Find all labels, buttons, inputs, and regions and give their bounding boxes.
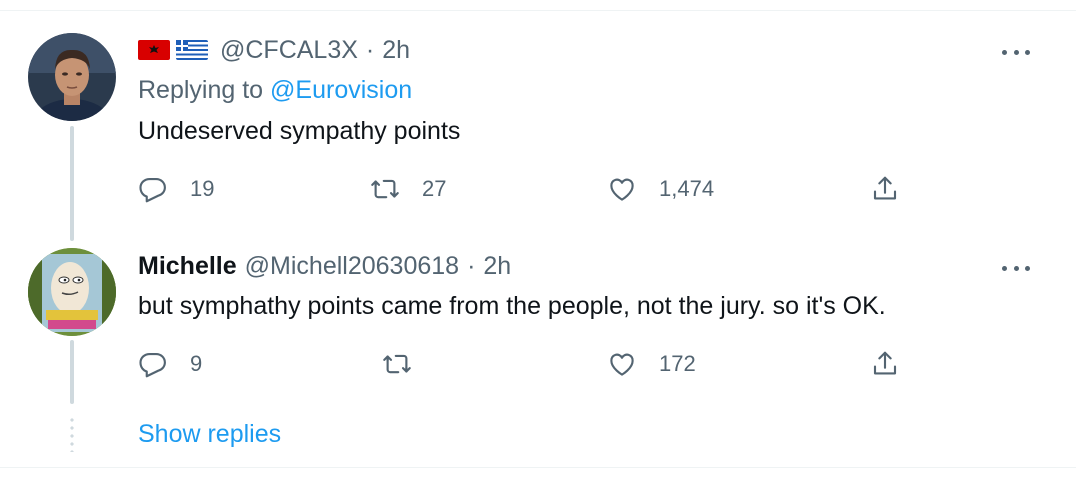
thread-line bbox=[70, 340, 74, 404]
replying-label: Replying to bbox=[138, 76, 264, 104]
retweet-icon bbox=[371, 179, 399, 199]
share-button[interactable] bbox=[870, 174, 900, 204]
top-divider bbox=[0, 0, 1076, 11]
thread-line bbox=[70, 126, 74, 241]
bottom-divider bbox=[0, 467, 1076, 468]
albania-flag-icon bbox=[138, 40, 170, 60]
more-icon[interactable] bbox=[1002, 40, 1030, 64]
retweet-button[interactable]: 27 bbox=[370, 174, 446, 204]
user-handle[interactable]: @CFCAL3X bbox=[220, 36, 358, 65]
tweet-header: @CFCAL3X · 2h bbox=[138, 34, 410, 66]
tweet-header: Michelle @Michell20630618 · 2h bbox=[138, 250, 511, 282]
reply-count: 19 bbox=[190, 176, 215, 201]
reply-icon bbox=[139, 352, 166, 378]
reply-button[interactable]: 9 bbox=[138, 349, 202, 379]
reply-count: 9 bbox=[190, 351, 203, 376]
user-handle[interactable]: @Michell20630618 bbox=[245, 252, 459, 281]
tweet-text: but symphathy points came from the peopl… bbox=[138, 292, 886, 320]
display-name[interactable]: Michelle bbox=[138, 252, 237, 281]
timestamp[interactable]: 2h bbox=[382, 36, 410, 65]
replying-to-link[interactable]: @Eurovision bbox=[270, 76, 412, 104]
retweet-count: 27 bbox=[422, 176, 447, 201]
separator: · bbox=[467, 251, 476, 280]
like-count: 1,474 bbox=[659, 176, 715, 201]
share-icon bbox=[873, 351, 897, 375]
like-button[interactable]: 1,474 bbox=[607, 174, 714, 204]
like-icon bbox=[610, 178, 634, 201]
share-icon bbox=[873, 176, 897, 200]
reply-button[interactable]: 19 bbox=[138, 174, 214, 204]
greece-flag-icon bbox=[176, 40, 208, 60]
show-replies-link[interactable]: Show replies bbox=[138, 420, 281, 449]
avatar-michelle[interactable] bbox=[28, 248, 116, 336]
like-button[interactable]: 172 bbox=[607, 349, 696, 379]
retweet-icon bbox=[383, 354, 411, 374]
share-button[interactable] bbox=[870, 349, 900, 379]
replying-to: Replying to @Eurovision bbox=[138, 76, 412, 105]
more-replies-dots bbox=[70, 416, 74, 452]
separator: · bbox=[365, 35, 375, 64]
avatar-cfcal3x[interactable] bbox=[28, 33, 116, 121]
like-icon bbox=[610, 353, 634, 376]
reply-icon bbox=[139, 177, 166, 203]
tweet-text: Undeserved sympathy points bbox=[138, 117, 461, 145]
more-icon[interactable] bbox=[1002, 256, 1030, 280]
like-count: 172 bbox=[659, 351, 696, 376]
timestamp[interactable]: 2h bbox=[483, 252, 511, 281]
retweet-button[interactable] bbox=[382, 349, 412, 379]
